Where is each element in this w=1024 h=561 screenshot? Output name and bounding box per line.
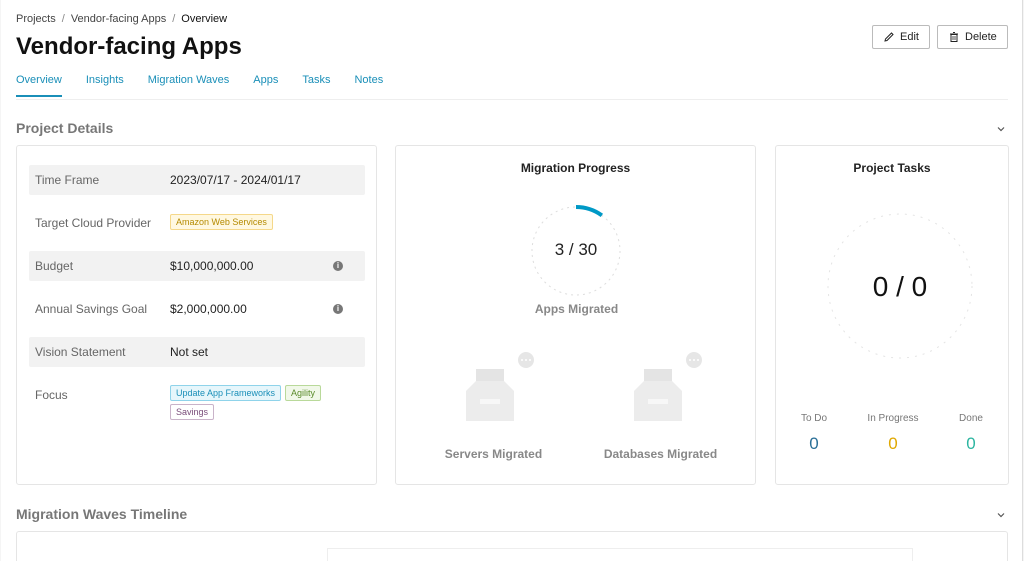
detail-label: Focus <box>35 388 68 402</box>
delete-button[interactable]: Delete <box>937 25 1008 49</box>
migration-progress-card: Migration Progress 3 / 30 Apps Migrated … <box>395 145 756 485</box>
servers-empty-icon <box>466 352 534 421</box>
apps-migrated-label: Apps Migrated <box>534 302 619 316</box>
tasks-value: 0 / 0 <box>872 271 928 302</box>
timeline-card <box>16 531 1008 561</box>
detail-row-time-frame: Time Frame 2023/07/17 - 2024/01/17 <box>29 165 365 195</box>
focus-tag: Savings <box>170 404 215 420</box>
detail-row-focus: Focus Update App Frameworks Agility Saving… <box>29 380 365 420</box>
detail-value: Amazon Web Services <box>170 213 277 233</box>
servers-migrated-label: Servers Migrated <box>444 447 543 461</box>
breadcrumb-projects[interactable]: Projects <box>16 13 56 25</box>
detail-value: Not set <box>170 345 209 359</box>
detail-label: Vision Statement <box>35 345 126 359</box>
detail-row-budget: Budget $10,000,000.00 i <box>29 251 365 281</box>
apps-migrated-value: 3 / 30 <box>554 240 598 259</box>
detail-value: 2023/07/17 - 2024/01/17 <box>170 173 301 187</box>
focus-tag: Update App Frameworks <box>170 385 282 401</box>
pencil-icon <box>884 32 894 42</box>
detail-row-vision: Vision Statement Not set <box>29 337 365 367</box>
tab-insights[interactable]: Insights <box>86 74 124 97</box>
detail-label: Annual Savings Goal <box>35 302 148 316</box>
detail-row-cloud-provider: Target Cloud Provider Amazon Web Service… <box>29 208 365 238</box>
stat-todo-value: 0 <box>809 434 819 453</box>
timeline-chart <box>327 548 913 561</box>
page: Projects / Vendor-facing Apps / Overview… <box>1 0 1023 561</box>
detail-value: $10,000,000.00 <box>170 259 254 273</box>
delete-label: Delete <box>965 31 997 43</box>
project-tasks-card: Project Tasks 0 / 0 To Do In Progress Do… <box>775 145 1009 485</box>
edit-button[interactable]: Edit <box>872 25 930 49</box>
breadcrumb-separator: / <box>172 13 176 25</box>
stat-todo-label: To Do <box>800 413 828 424</box>
tab-bar: Overview Insights Migration Waves Apps T… <box>16 74 383 97</box>
progress-arc <box>575 205 604 218</box>
stat-inprogress-label: In Progress <box>867 413 919 424</box>
detail-value: $2,000,000.00 <box>170 302 247 316</box>
project-details-card: Time Frame 2023/07/17 - 2024/01/17 Targe… <box>16 145 377 485</box>
project-tasks-title: Project Tasks <box>853 161 931 175</box>
info-icon[interactable]: i <box>333 304 343 314</box>
focus-tag: Agility <box>285 385 322 401</box>
page-title: Vendor-facing Apps <box>16 33 242 60</box>
cloud-provider-tag: Amazon Web Services <box>170 213 273 230</box>
breadcrumb-project[interactable]: Vendor-facing Apps <box>71 13 166 25</box>
migration-progress-title: Migration Progress <box>520 161 631 175</box>
tab-tasks[interactable]: Tasks <box>302 74 330 97</box>
info-icon[interactable]: i <box>333 261 343 271</box>
tab-apps[interactable]: Apps <box>253 74 278 97</box>
stat-done-value: 0 <box>966 434 976 453</box>
detail-label: Budget <box>35 259 74 273</box>
focus-tags: Update App Frameworks Agility Savings <box>170 385 350 423</box>
breadcrumb: Projects / Vendor-facing Apps / Overview <box>16 13 227 25</box>
databases-empty-icon <box>634 352 702 421</box>
detail-label: Time Frame <box>35 173 100 187</box>
edit-label: Edit <box>900 31 919 43</box>
tab-migration-waves[interactable]: Migration Waves <box>148 74 230 97</box>
tab-divider <box>16 99 1008 100</box>
project-details-title: Project Details <box>16 120 114 136</box>
detail-label: Target Cloud Provider <box>35 216 152 230</box>
databases-migrated-label: Databases Migrated <box>603 447 718 461</box>
tab-overview[interactable]: Overview <box>16 74 62 97</box>
stat-inprogress-value: 0 <box>888 434 898 453</box>
breadcrumb-separator: / <box>61 13 65 25</box>
breadcrumb-current: Overview <box>181 13 228 25</box>
chevron-down-icon[interactable] <box>996 124 1006 134</box>
trash-icon <box>950 32 958 42</box>
tab-notes[interactable]: Notes <box>354 74 383 97</box>
detail-row-savings-goal: Annual Savings Goal $2,000,000.00 i <box>29 294 365 324</box>
timeline-title: Migration Waves Timeline <box>16 506 188 522</box>
chevron-down-icon[interactable] <box>996 510 1006 520</box>
stat-done-label: Done <box>959 413 983 424</box>
